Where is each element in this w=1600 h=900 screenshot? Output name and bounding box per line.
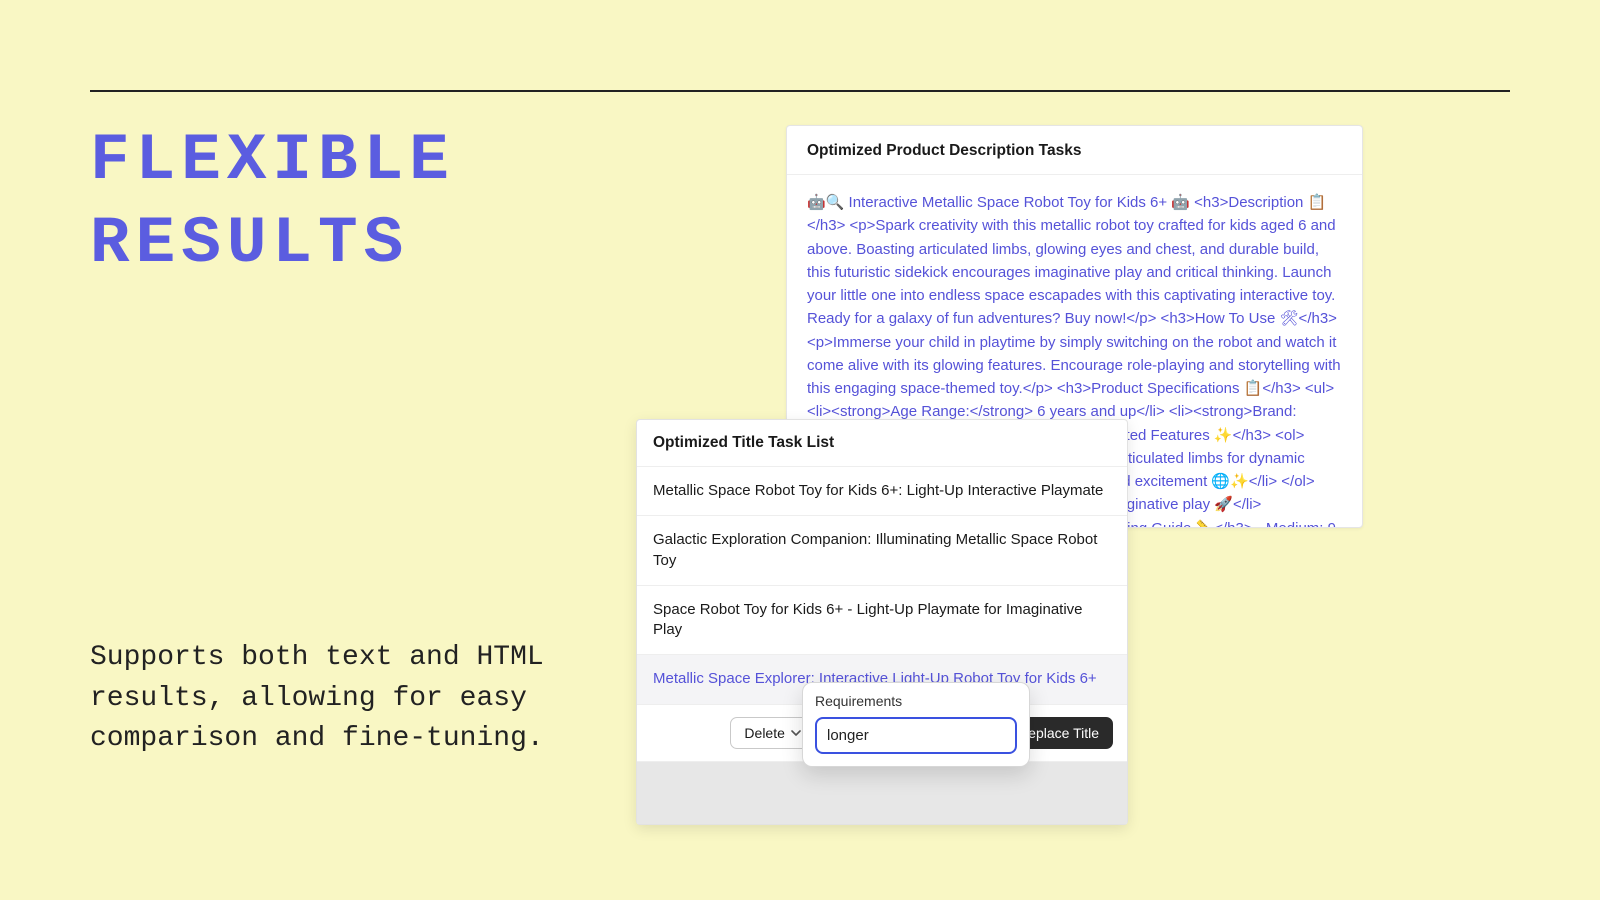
- headline-line-2: RESULTS: [90, 203, 455, 286]
- delete-button-label: Delete: [744, 725, 784, 741]
- requirements-input[interactable]: [815, 717, 1017, 754]
- title-option[interactable]: Metallic Space Robot Toy for Kids 6+: Li…: [637, 467, 1127, 516]
- title-task-header: Optimized Title Task List: [637, 420, 1127, 467]
- subheadline: Supports both text and HTML results, all…: [90, 638, 690, 760]
- replace-title-button-label: Replace Title: [1018, 725, 1099, 741]
- panel-footer: [637, 762, 1127, 824]
- title-option[interactable]: Space Robot Toy for Kids 6+ - Light-Up P…: [637, 586, 1127, 656]
- title-option[interactable]: Galactic Exploration Companion: Illumina…: [637, 516, 1127, 586]
- requirements-label: Requirements: [815, 693, 1017, 709]
- divider: [90, 90, 1510, 92]
- finetune-requirements-popover: Requirements: [802, 682, 1030, 767]
- headline: FLEXIBLE RESULTS: [90, 120, 455, 285]
- headline-line-1: FLEXIBLE: [90, 120, 455, 203]
- description-tasks-title: Optimized Product Description Tasks: [787, 126, 1362, 175]
- chevron-down-icon: [791, 730, 801, 736]
- title-task-panel: Optimized Title Task List Metallic Space…: [636, 419, 1128, 825]
